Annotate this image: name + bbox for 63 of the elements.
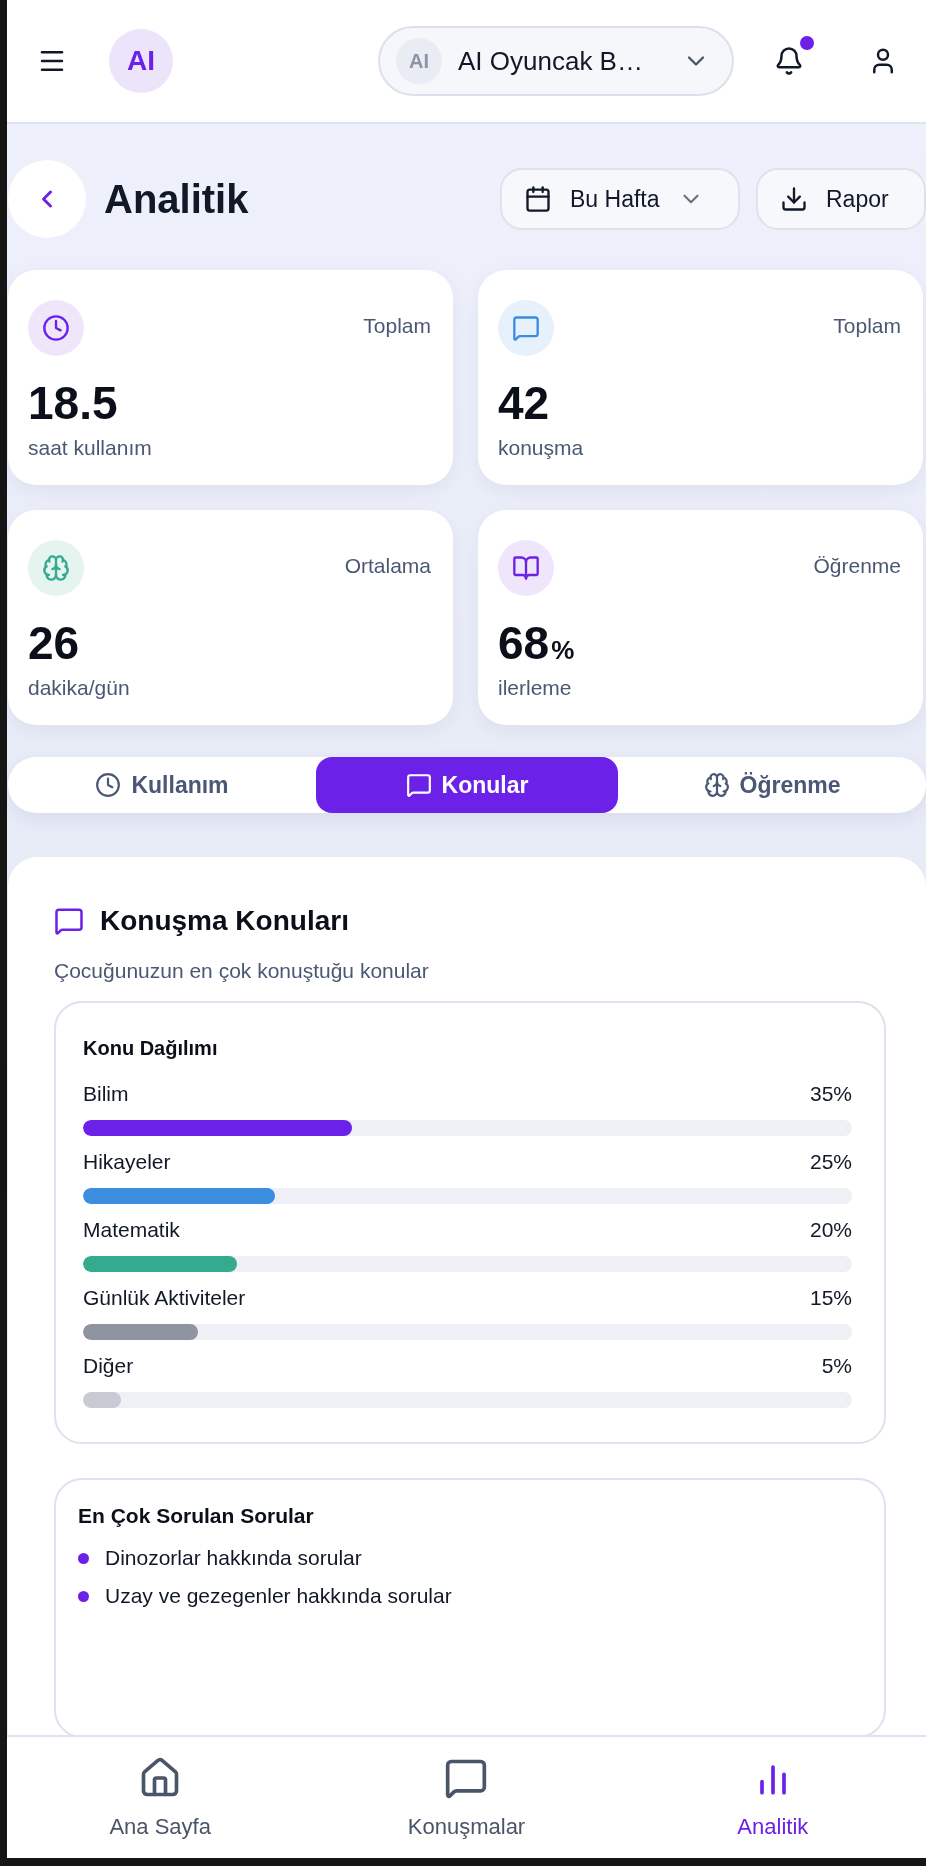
nav-item[interactable]: Konuşmalar — [313, 1737, 620, 1858]
topic-label: Diğer — [83, 1354, 134, 1378]
topic-label: Bilim — [83, 1082, 129, 1106]
page-title: Analitik — [104, 176, 250, 222]
stat-label: ilerleme — [498, 676, 573, 700]
nav-label: Analitik — [737, 1813, 809, 1840]
calendar-icon — [524, 185, 552, 213]
stat-label: saat kullanım — [28, 436, 153, 460]
brain-icon — [28, 540, 84, 596]
stat-caption: Toplam — [833, 314, 901, 338]
question-text: Dinozorlar hakkında sorular — [105, 1546, 362, 1570]
stat-unit: % — [551, 635, 575, 666]
stat-value: 26 — [28, 616, 80, 670]
topic-label: Matematik — [83, 1218, 180, 1242]
tab[interactable]: Konular — [316, 757, 618, 813]
chat-icon — [54, 906, 84, 936]
report-label: Rapor — [826, 185, 889, 213]
bullet-dot — [78, 1552, 89, 1564]
report-button[interactable]: Rapor — [756, 168, 926, 230]
section-subtitle: Çocuğunuzun en çok konuştuğu konular — [54, 959, 430, 983]
tab[interactable]: Kullanım — [8, 757, 316, 813]
topic-label: Hikayeler — [83, 1150, 171, 1174]
stat-value: 68 — [498, 616, 550, 670]
topic-percent: 35% — [809, 1082, 852, 1106]
period-label: Bu Hafta — [570, 185, 660, 213]
topic-percent: 25% — [809, 1150, 852, 1174]
topic-percent: 20% — [809, 1218, 852, 1242]
tab-label: Öğrenme — [739, 771, 841, 799]
device-avatar: AI — [396, 38, 442, 84]
nav-label: Ana Sayfa — [109, 1813, 211, 1840]
chat-icon — [498, 300, 554, 356]
period-dropdown[interactable]: Bu Hafta — [500, 168, 740, 230]
clock-icon — [95, 772, 122, 798]
brain-icon — [703, 772, 730, 798]
clock-icon — [28, 300, 84, 356]
stat-value: 18.5 — [28, 376, 118, 430]
chat-icon — [405, 772, 432, 798]
bell-icon — [774, 46, 804, 76]
section-title: Konuşma Konuları — [100, 905, 349, 937]
app-logo: AI — [109, 29, 173, 93]
device-name: AI Oyuncak B… — [458, 45, 644, 77]
stat-caption: Ortalama — [344, 554, 431, 578]
stat-caption: Toplam — [363, 314, 431, 338]
device-selector[interactable]: AI AI Oyuncak B… — [378, 26, 734, 96]
nav-item[interactable]: Analitik — [619, 1737, 926, 1858]
question-text: Uzay ve gezegenler hakkında sorular — [105, 1584, 452, 1608]
download-icon — [780, 185, 808, 213]
tab-label: Konular — [441, 771, 529, 799]
tab-label: Kullanım — [131, 771, 229, 799]
tab[interactable]: Öğrenme — [618, 757, 926, 813]
questions-title: En Çok Sorulan Sorular — [78, 1504, 315, 1528]
nav-item[interactable]: Ana Sayfa — [7, 1737, 314, 1858]
distribution-title: Konu Dağılımı — [83, 1037, 219, 1060]
topic-label: Günlük Aktiviteler — [83, 1286, 246, 1310]
book-icon — [498, 540, 554, 596]
topic-percent: 5% — [821, 1354, 852, 1378]
stat-value: 42 — [498, 376, 550, 430]
bullet-dot — [78, 1590, 89, 1602]
stat-caption: Öğrenme — [813, 554, 901, 578]
stat-label: dakika/gün — [28, 676, 131, 700]
nav-label: Konuşmalar — [407, 1813, 526, 1840]
topic-percent: 15% — [809, 1286, 852, 1310]
stat-label: konuşma — [498, 436, 585, 460]
